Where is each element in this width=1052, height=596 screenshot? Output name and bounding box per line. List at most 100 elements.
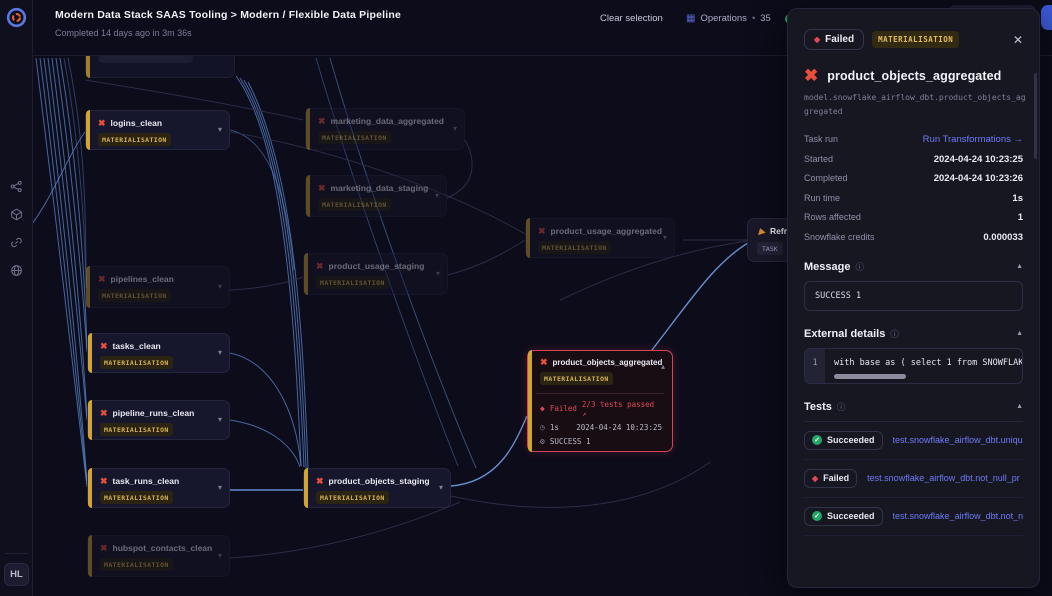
detail-label: Completed [804, 173, 848, 183]
node-label: pipeline_runs_clean [113, 408, 195, 418]
grid-icon: ▦ [686, 13, 695, 24]
node-timestamp: 2024-04-24 10:23:25 [576, 423, 662, 432]
chevron-down-icon[interactable]: ▾ [663, 233, 667, 242]
detail-value: 2024-04-24 10:23:26 [934, 173, 1023, 184]
node-type-badge: MATERIALISATION [538, 241, 611, 254]
edge-path [40, 58, 87, 484]
node-message: SUCCESS 1 [550, 437, 591, 446]
chevron-down-icon[interactable]: ▾ [218, 348, 222, 357]
test-link[interactable]: test.snowflake_airflow_dbt.not_null_pr [893, 511, 1023, 521]
data-nav-icon[interactable] [8, 262, 25, 279]
node-pipeline-runs-clean[interactable]: ✖ pipeline_runs_clean ▾ MATERIALISATION [87, 400, 230, 440]
tests-section-title: Tests [804, 401, 832, 413]
edge-path [451, 462, 710, 507]
failed-diamond-icon: ◆ [814, 35, 820, 44]
edge-path [230, 353, 301, 466]
chevron-down-icon[interactable]: ▾ [218, 551, 222, 560]
horizontal-scrollbar[interactable] [834, 374, 906, 379]
test-row: ◆ Failed test.snowflake_airflow_dbt.not_… [804, 460, 1023, 498]
node-product-objects-aggregated-selected[interactable]: ✖ product_objects_aggregated ▴ MATERIALI… [527, 350, 673, 452]
check-circle-icon: ✓ [812, 435, 822, 445]
node-label: pipelines_clean [111, 274, 174, 284]
operations-label: Operations [700, 13, 746, 24]
clear-selection-button[interactable]: Clear selection [600, 13, 663, 24]
test-row: ✓ Succeeded test.snowflake_airflow_dbt.n… [804, 498, 1023, 536]
node-label: marketing_data_staging [331, 183, 429, 193]
chevron-down-icon[interactable]: ▾ [435, 191, 439, 200]
primary-button[interactable] [1041, 5, 1052, 30]
task-icon [756, 227, 765, 235]
edge-path [36, 58, 87, 487]
edge-path [248, 82, 308, 469]
node-label: task_runs_clean [113, 476, 180, 486]
node-marketing-data-aggregated[interactable]: ✖ marketing_data_aggregated ▾ MATERIALIS… [305, 108, 465, 150]
detail-value: 1 [1018, 212, 1023, 223]
details-panel: ◆ Failed MATERIALISATION ✕ ✖ product_obj… [787, 8, 1040, 588]
tests-summary-link[interactable]: 2/3 tests passed ↗ [582, 400, 662, 418]
dbt-icon: ✖ [98, 275, 106, 284]
node-marketing-data-staging[interactable]: ✖ marketing_data_staging ▾ MATERIALISATI… [305, 175, 447, 217]
node-product-objects-staging[interactable]: ✖ product_objects_staging ▾ MATERIALISAT… [303, 468, 451, 508]
separator-dot: • [752, 13, 755, 24]
chevron-down-icon[interactable]: ▾ [436, 269, 440, 278]
divider [536, 393, 664, 394]
node-product-usage-aggregated[interactable]: ✖ product_usage_aggregated ▾ MATERIALISA… [525, 218, 675, 258]
operations-counter[interactable]: ▦ Operations • 35 [686, 13, 771, 24]
edge-path [451, 416, 527, 486]
chevron-down-icon[interactable]: ▾ [218, 415, 222, 424]
node-label: logins_clean [111, 118, 163, 128]
node-type-badge: MATERIALISATION [540, 372, 613, 385]
chevron-down-icon[interactable]: ▾ [218, 483, 222, 492]
dbt-icon: ✖ [804, 67, 818, 84]
info-icon: ⓘ [890, 328, 899, 340]
pipelines-nav-icon[interactable] [8, 178, 25, 195]
failed-diamond-icon: ◆ [812, 474, 818, 483]
detail-label: Snowflake credits [804, 232, 875, 242]
chevron-down-icon[interactable]: ▾ [218, 125, 222, 134]
collapse-icon[interactable]: ▲ [1016, 330, 1023, 337]
node-logins-clean[interactable]: ✖ logins_clean ▾ MATERIALISATION [85, 110, 230, 150]
check-circle-icon: ✓ [812, 511, 822, 521]
gear-icon: ⚙ [540, 437, 545, 446]
node-type-badge: MATERIALISATION [100, 356, 173, 369]
node-pipelines-clean[interactable]: ✖ pipelines_clean ▾ MATERIALISATION [85, 266, 230, 308]
dbt-icon: ✖ [98, 119, 106, 128]
task-run-link[interactable]: Run Transformations → [923, 134, 1023, 145]
node-label: tasks_clean [113, 341, 161, 351]
node-type-badge: MATERIALISATION [316, 276, 389, 289]
detail-label: Task run [804, 134, 838, 144]
test-link[interactable]: test.snowflake_airflow_dbt.unique_pro [893, 435, 1023, 445]
node-label: marketing_data_aggregated [331, 116, 444, 126]
chevron-down-icon[interactable]: ▾ [439, 483, 443, 492]
test-status-badge: ✓ Succeeded [804, 431, 883, 450]
panel-scrollbar[interactable] [1034, 73, 1037, 159]
detail-value: 0.000033 [983, 232, 1023, 243]
collapse-icon[interactable]: ▲ [1016, 263, 1023, 270]
connections-nav-icon[interactable] [8, 234, 25, 251]
detail-value: 1s [1012, 193, 1023, 204]
model-identifier: model.snowflake_airflow_dbt.product_obje… [804, 91, 1029, 118]
node-status: Failed [550, 404, 577, 413]
chevron-up-icon[interactable]: ▴ [661, 362, 665, 371]
info-icon: ⓘ [855, 261, 864, 273]
node-product-usage-staging[interactable]: ✖ product_usage_staging ▾ MATERIALISATIO… [303, 253, 448, 295]
avatar[interactable]: HL [4, 563, 29, 586]
line-number: 1 [805, 349, 825, 383]
integrations-nav-icon[interactable] [8, 206, 25, 223]
node-label: product_objects_staging [329, 476, 430, 486]
dbt-icon: ✖ [100, 409, 108, 418]
node-label: product_usage_staging [329, 261, 425, 271]
chevron-down-icon[interactable]: ▾ [453, 124, 457, 133]
node-task-runs-clean[interactable]: ✖ task_runs_clean ▾ MATERIALISATION [87, 468, 230, 508]
code-content: with base as ( select 1 from SNOWFLAKE [825, 349, 1022, 383]
collapse-icon[interactable]: ▲ [1016, 403, 1023, 410]
app-logo[interactable] [6, 7, 27, 28]
dbt-icon: ✖ [318, 117, 326, 126]
test-link[interactable]: test.snowflake_airflow_dbt.not_null_pr [867, 473, 1023, 483]
node-hubspot-contacts-clean[interactable]: ✖ hubspot_contacts_clean ▾ MATERIALISATI… [87, 535, 230, 577]
chevron-down-icon[interactable]: ▾ [218, 282, 222, 291]
node-tasks-clean[interactable]: ✖ tasks_clean ▾ MATERIALISATION [87, 333, 230, 373]
task-type-badge: TASK [757, 242, 783, 255]
node-label: product_objects_aggregated [553, 358, 663, 367]
close-icon[interactable]: ✕ [1013, 33, 1023, 47]
